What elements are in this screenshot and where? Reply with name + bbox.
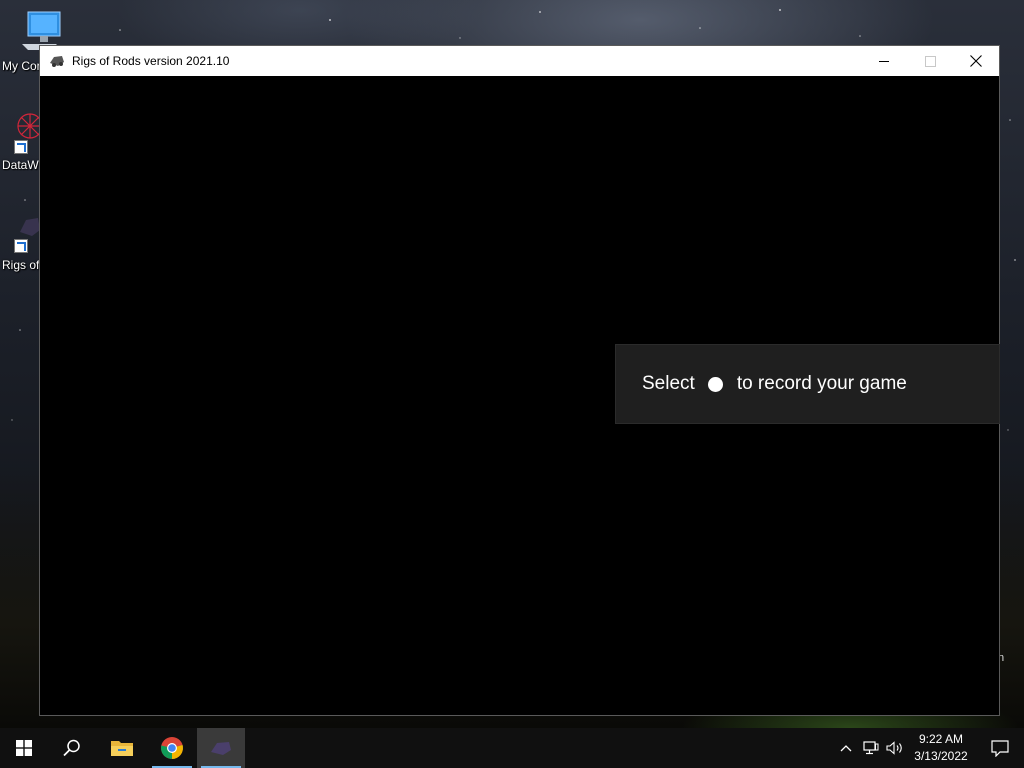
rigs-of-rods-icon bbox=[211, 742, 231, 755]
taskbar-clock[interactable]: 9:22 AM 3/13/2022 bbox=[906, 728, 976, 768]
taskbar-chrome[interactable] bbox=[148, 728, 196, 768]
shortcut-arrow-icon bbox=[14, 239, 28, 253]
taskbar-file-explorer[interactable] bbox=[98, 728, 146, 768]
chrome-icon bbox=[161, 737, 183, 759]
minimize-icon bbox=[878, 60, 889, 62]
toast-text-after: to record your game bbox=[736, 373, 907, 394]
start-button[interactable] bbox=[0, 728, 48, 768]
search-button[interactable] bbox=[48, 728, 96, 768]
rigs-of-rods-icon bbox=[48, 52, 66, 70]
window-controls bbox=[861, 46, 999, 76]
start-icon bbox=[16, 740, 32, 756]
maximize-icon bbox=[924, 55, 936, 67]
toast-text-before: Select bbox=[642, 373, 695, 394]
volume-button[interactable] bbox=[884, 728, 906, 768]
record-dot-icon bbox=[707, 376, 723, 392]
action-center-icon bbox=[991, 739, 1009, 757]
maximize-button[interactable] bbox=[907, 46, 953, 76]
minimize-button[interactable] bbox=[861, 46, 907, 76]
desktop-icon-label: Rigs of bbox=[2, 258, 40, 272]
search-icon bbox=[63, 739, 80, 757]
clock-date: 3/13/2022 bbox=[914, 749, 968, 763]
chevron-up-icon bbox=[840, 745, 852, 752]
tray-overflow-button[interactable] bbox=[836, 728, 856, 768]
taskbar: 9:22 AM 3/13/2022 bbox=[0, 728, 1024, 768]
network-button[interactable] bbox=[860, 728, 882, 768]
clock-time: 9:22 AM bbox=[918, 732, 964, 746]
title-bar[interactable]: Rigs of Rods version 2021.10 bbox=[40, 46, 999, 76]
close-button[interactable] bbox=[953, 46, 999, 76]
file-explorer-icon bbox=[111, 741, 133, 756]
window-title: Rigs of Rods version 2021.10 bbox=[72, 54, 230, 68]
volume-icon bbox=[886, 741, 902, 755]
action-center-button[interactable] bbox=[976, 728, 1024, 768]
taskbar-rigs-of-rods[interactable] bbox=[197, 728, 245, 768]
game-bar-toast: Select to record your game bbox=[615, 344, 1000, 424]
close-icon bbox=[970, 55, 982, 67]
network-icon bbox=[863, 741, 879, 755]
desktop-icon-label: DataW bbox=[2, 158, 39, 172]
shortcut-arrow-icon bbox=[14, 140, 28, 154]
